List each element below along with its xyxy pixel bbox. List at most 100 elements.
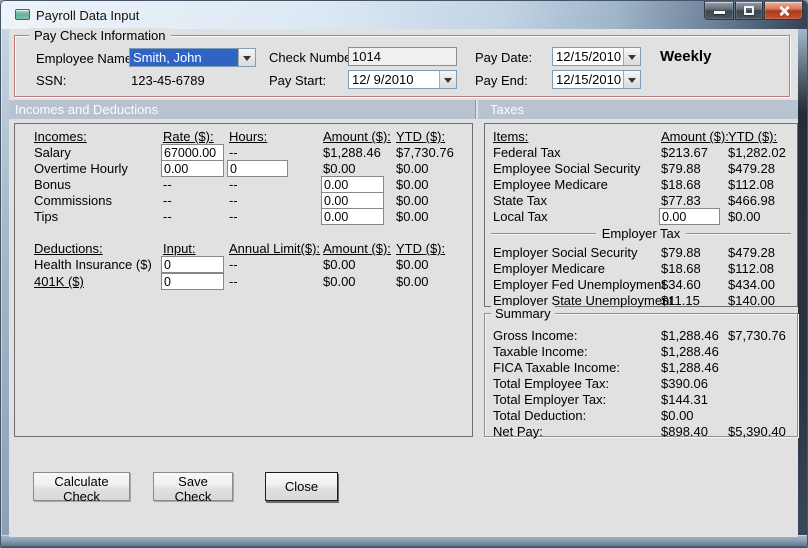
total-deduction-row: Total Deduction: $0.00	[485, 408, 797, 424]
overtime-hours-input[interactable]	[227, 160, 288, 177]
local-tax-input[interactable]	[659, 208, 720, 225]
401k-amount: $0.00	[323, 274, 356, 289]
state-tax-label: State Tax	[493, 193, 547, 208]
pay-end-picker[interactable]: 12/15/2010	[552, 70, 641, 89]
items-col-header: Items:	[493, 129, 529, 144]
total-deduction-amount: $0.00	[661, 408, 694, 423]
commissions-amount-input[interactable]	[321, 192, 384, 209]
health-insurance-ytd: $0.00	[396, 257, 429, 272]
health-insurance-input[interactable]	[161, 256, 224, 273]
dropdown-arrow-icon[interactable]	[623, 71, 640, 88]
summary-group-label: Summary	[491, 306, 555, 321]
taxes-section-title: Taxes	[490, 102, 524, 117]
close-button[interactable]: Close	[265, 472, 338, 501]
employee-name-value: Smith, John	[130, 49, 238, 66]
tips-rate: --	[163, 209, 172, 224]
salary-ytd: $7,730.76	[396, 145, 454, 160]
employer-medicare-ytd: $112.08	[728, 261, 775, 276]
state-tax-amount: $77.83	[661, 193, 701, 208]
overtime-ytd: $0.00	[396, 161, 429, 176]
total-employee-tax-label: Total Employee Tax:	[493, 376, 610, 391]
save-check-button[interactable]: Save Check	[153, 472, 233, 504]
net-pay-row: Net Pay: $898.40 $5,390.40	[485, 424, 797, 440]
local-tax-row: Local Tax $0.00	[485, 208, 797, 225]
employee-ss-amount: $79.88	[661, 161, 701, 176]
commissions-ytd: $0.00	[396, 193, 429, 208]
federal-tax-ytd: $1,282.02	[728, 145, 786, 160]
tax-amount-col-header: Amount ($):	[661, 129, 729, 144]
pay-start-label: Pay Start:	[269, 73, 327, 88]
hours-col-header: Hours:	[229, 129, 268, 144]
employer-medicare-amount: $18.68	[661, 261, 701, 276]
bonus-rate: --	[163, 177, 172, 192]
total-employer-tax-label: Total Employer Tax:	[493, 392, 607, 407]
local-tax-label: Local Tax	[493, 209, 548, 224]
check-number-label: Check Number:	[269, 50, 360, 65]
taxable-income-label: Taxable Income:	[493, 344, 588, 359]
salary-hours: --	[229, 145, 238, 160]
net-pay-amount: $898.40	[661, 424, 708, 439]
incomes-deductions-section-title: Incomes and Deductions	[15, 102, 159, 117]
calculate-check-button[interactable]: Calculate Check	[33, 472, 130, 504]
bonus-amount-input[interactable]	[321, 176, 384, 193]
dropdown-arrow-icon[interactable]	[238, 49, 255, 66]
health-insurance-row: Health Insurance ($) -- $0.00 $0.00	[15, 256, 472, 273]
amount-col-header: Amount ($):	[323, 129, 391, 144]
net-pay-label: Net Pay:	[493, 424, 543, 439]
tax-ytd-col-header: YTD ($):	[728, 129, 778, 144]
client-area: Pay Check Information Employee Name: Smi…	[9, 28, 798, 537]
401k-input[interactable]	[161, 273, 224, 290]
title-bar[interactable]: Payroll Data Input	[1, 1, 807, 29]
bonus-row: Bonus -- -- $0.00	[15, 176, 472, 193]
employee-name-label: Employee Name:	[36, 51, 136, 66]
dropdown-arrow-icon[interactable]	[439, 71, 456, 88]
total-deduction-label: Total Deduction:	[493, 408, 587, 423]
health-insurance-label: Health Insurance ($)	[34, 257, 152, 272]
fica-taxable-income-label: FICA Taxable Income:	[493, 360, 620, 375]
pay-start-picker[interactable]: 12/ 9/2010	[348, 70, 457, 89]
salary-label: Salary	[34, 145, 71, 160]
employee-ss-label: Employee Social Security	[493, 161, 641, 176]
salary-amount: $1,288.46	[323, 145, 381, 160]
overtime-rate-input[interactable]	[161, 160, 224, 177]
check-number-field[interactable]	[348, 47, 457, 66]
app-icon	[15, 9, 30, 20]
overtime-amount: $0.00	[323, 161, 356, 176]
rate-col-header: Rate ($):	[163, 129, 214, 144]
deductions-col-header: Deductions:	[34, 241, 103, 256]
salary-row: Salary -- $1,288.46 $7,730.76	[15, 144, 472, 161]
tips-row: Tips -- -- $0.00	[15, 208, 472, 225]
pay-date-value: 12/15/2010	[556, 49, 622, 64]
401k-label[interactable]: 401K ($)	[34, 274, 84, 289]
window-title: Payroll Data Input	[36, 8, 140, 23]
salary-rate-input[interactable]	[161, 144, 224, 161]
minimize-icon	[714, 11, 725, 14]
close-window-button[interactable]	[764, 1, 803, 20]
commissions-label: Commissions	[34, 193, 113, 208]
dropdown-arrow-icon[interactable]	[623, 48, 640, 65]
minimize-button[interactable]	[704, 1, 734, 20]
taxable-income-amount: $1,288.46	[661, 344, 719, 359]
incomes-header-row: Incomes: Rate ($): Hours: Amount ($): YT…	[15, 129, 472, 145]
health-insurance-limit: --	[229, 257, 238, 272]
maximize-button[interactable]	[735, 1, 763, 20]
health-insurance-amount: $0.00	[323, 257, 356, 272]
overtime-label: Overtime Hourly	[34, 161, 128, 176]
401k-ytd: $0.00	[396, 274, 429, 289]
pay-end-label: Pay End:	[475, 73, 528, 88]
bonus-label: Bonus	[34, 177, 71, 192]
commissions-hours: --	[229, 193, 238, 208]
taxable-income-row: Taxable Income: $1,288.46	[485, 344, 797, 360]
ssn-label: SSN:	[36, 73, 67, 88]
taxes-header-row: Items: Amount ($): YTD ($):	[485, 129, 797, 145]
employee-medicare-row: Employee Medicare $18.68 $112.08	[485, 177, 797, 193]
tips-amount-input[interactable]	[321, 208, 384, 225]
employee-name-combobox[interactable]: Smith, John	[129, 48, 256, 67]
summary-group: Summary Gross Income: $1,288.46 $7,730.7…	[484, 306, 798, 440]
ytd-col-header: YTD ($):	[396, 129, 446, 144]
employer-tax-divider: Employer Tax	[491, 225, 792, 241]
bonus-ytd: $0.00	[396, 177, 429, 192]
commissions-rate: --	[163, 193, 172, 208]
annual-limit-col-header: Annual Limit($):	[229, 241, 321, 256]
pay-date-picker[interactable]: 12/15/2010	[552, 47, 641, 66]
